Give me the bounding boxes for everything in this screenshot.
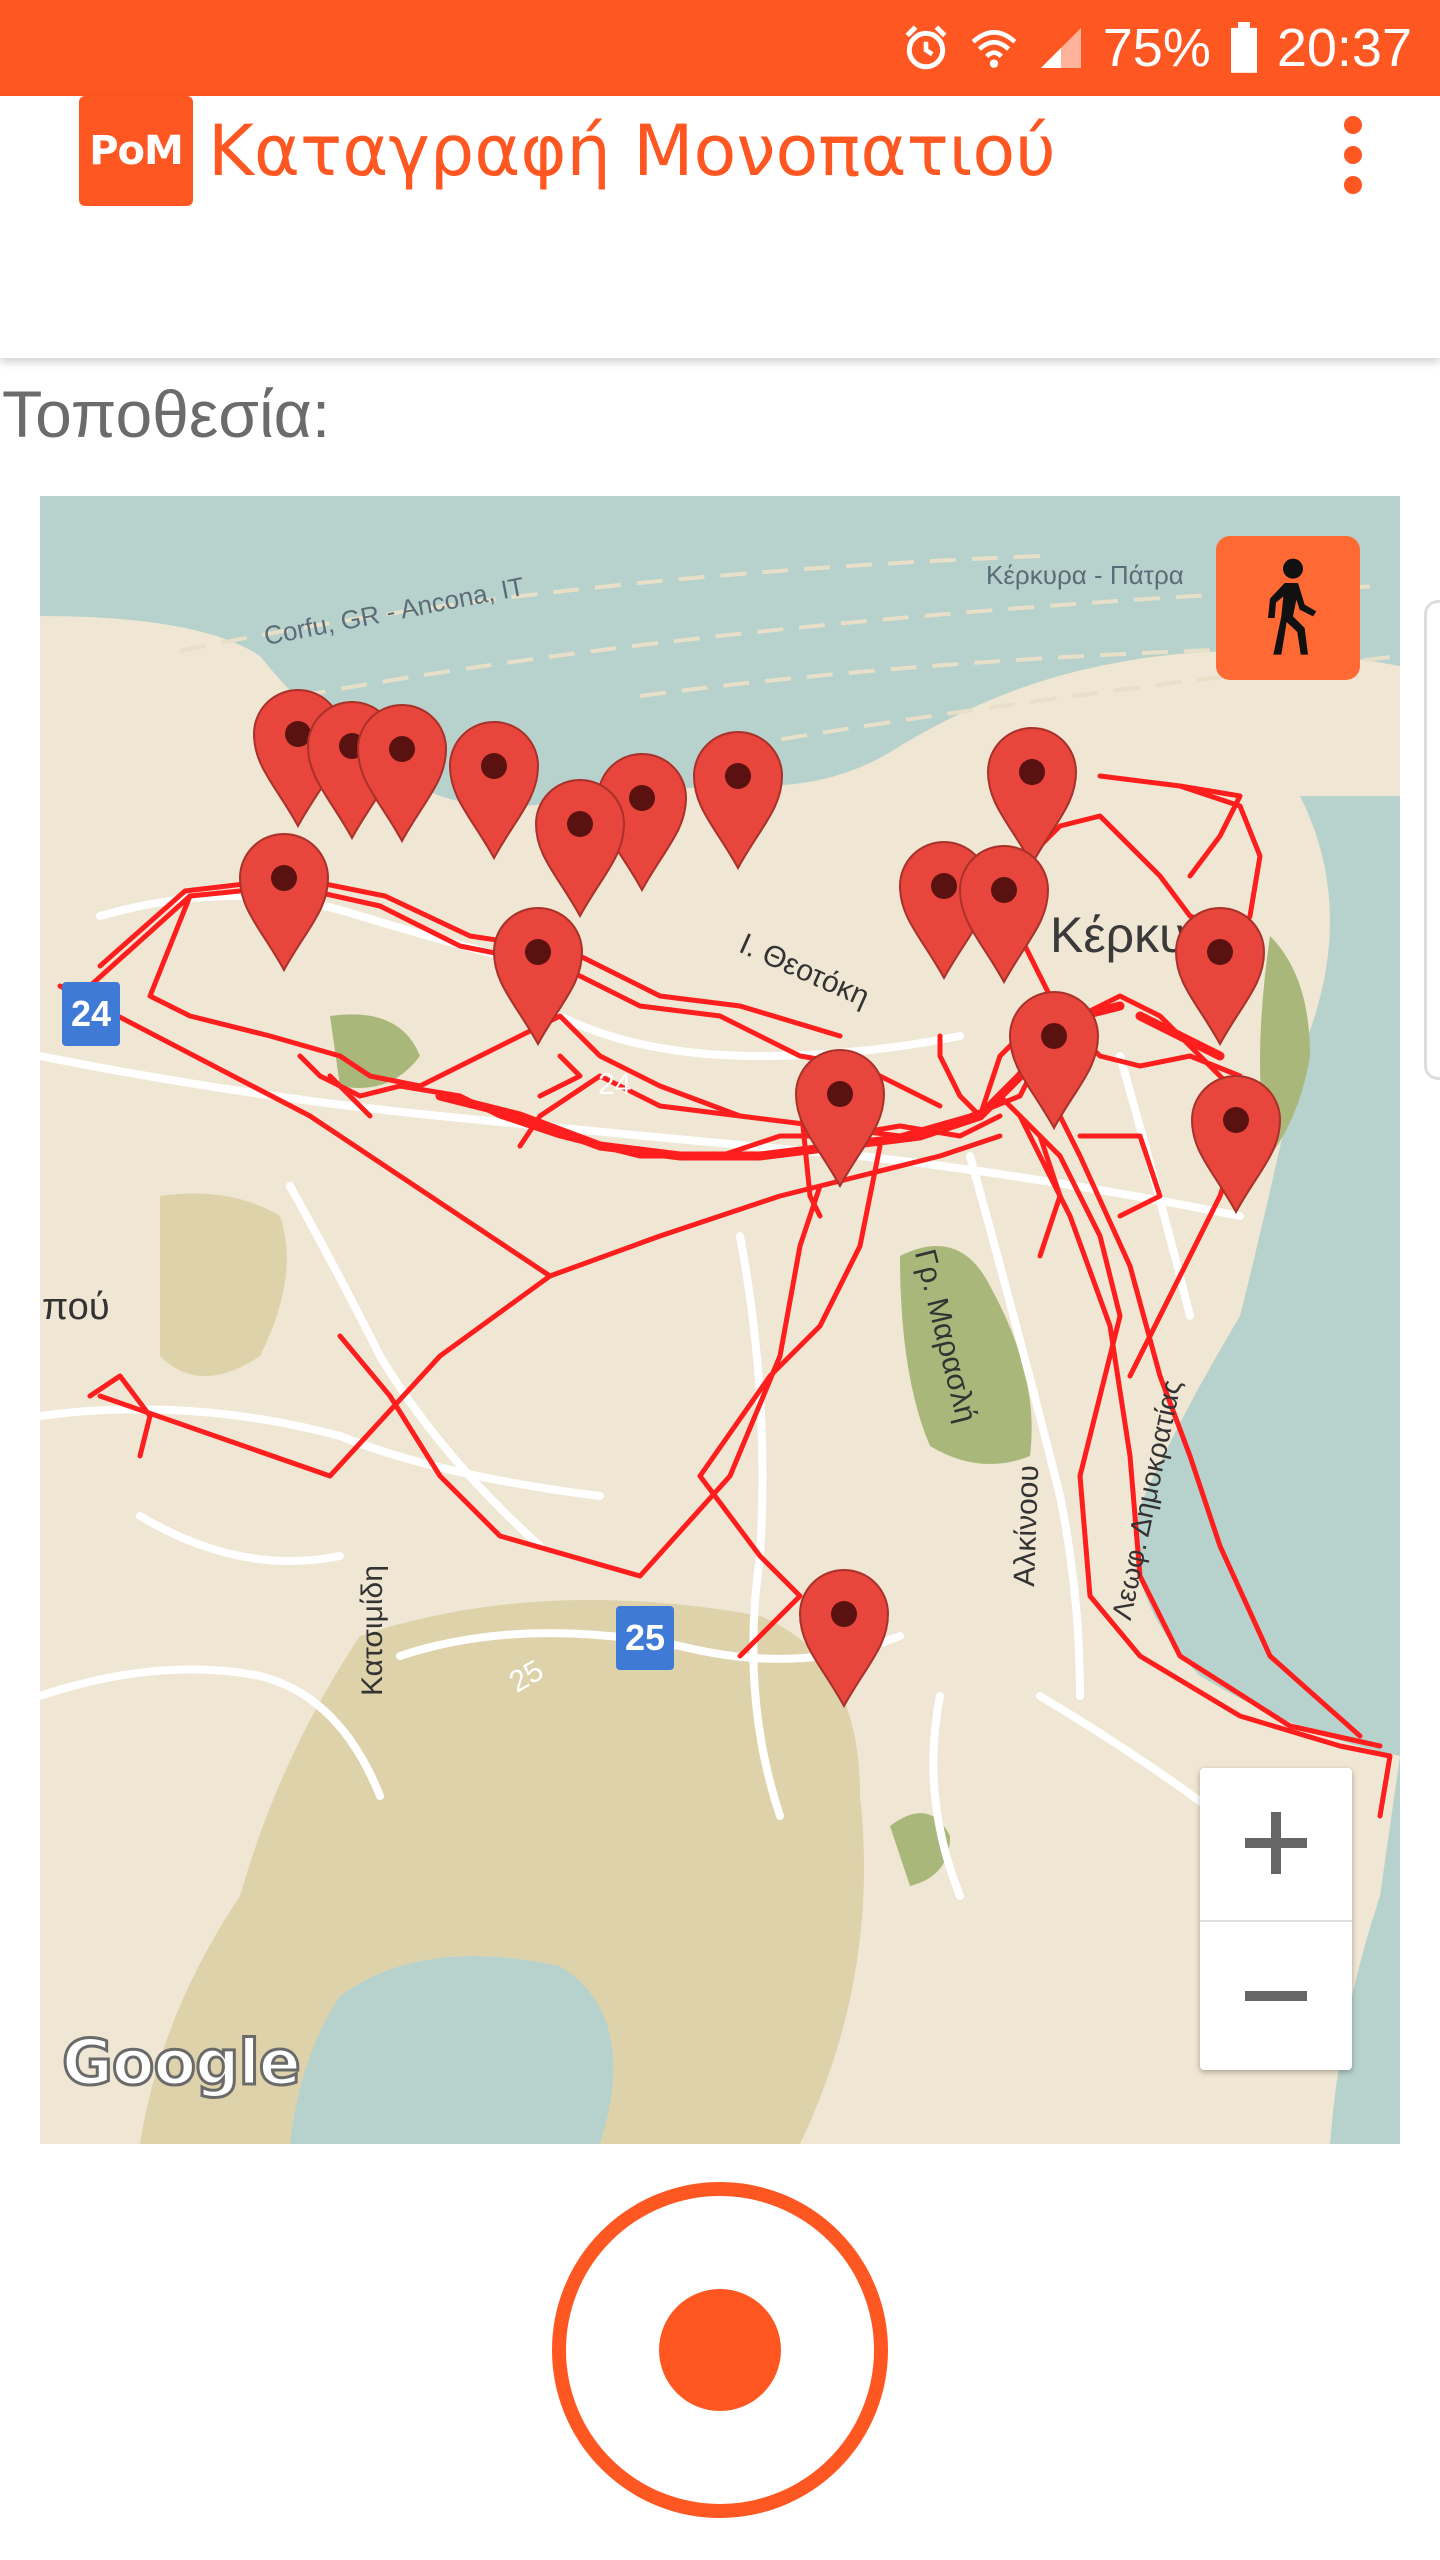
marker-17[interactable] (799, 1569, 889, 1707)
battery-icon (1229, 22, 1259, 74)
marker-16[interactable] (1191, 1075, 1281, 1213)
record-button[interactable] (552, 2182, 888, 2518)
location-label: Τοποθεσία: (2, 377, 331, 451)
marker-14[interactable] (1009, 991, 1099, 1129)
minus-icon (1245, 1991, 1307, 2001)
marker-3[interactable] (357, 704, 447, 842)
map-view[interactable]: Corfu, GR - Ancona, IT Κέρκυρα - Πάτρα Κ… (40, 496, 1400, 2144)
wifi-icon (969, 23, 1019, 73)
alarm-icon (901, 23, 951, 73)
marker-10[interactable] (987, 727, 1077, 865)
zoom-in-button[interactable] (1200, 1768, 1352, 1918)
marker-4[interactable] (449, 721, 539, 859)
marker-6[interactable] (693, 731, 783, 869)
app-title: Καταγραφή Μονοπατιού (208, 110, 1056, 192)
google-logo: Google (61, 2025, 303, 2101)
marker-9[interactable] (493, 907, 583, 1045)
signal-icon (1037, 24, 1085, 72)
map-markers (239, 689, 1281, 1707)
zoom-controls (1200, 1768, 1352, 2070)
marker-13[interactable] (1175, 907, 1265, 1045)
walking-mode-button[interactable] (1216, 536, 1360, 680)
clock: 20:37 (1276, 18, 1412, 78)
zoom-out-button[interactable] (1200, 1920, 1352, 2070)
status-bar: 75% 20:37 (0, 0, 1440, 96)
edge-panel-handle[interactable] (1424, 600, 1440, 1080)
plus-icon (1245, 1812, 1307, 1874)
marker-12[interactable] (959, 845, 1049, 983)
walking-person-icon (1268, 558, 1317, 655)
record-icon (659, 2289, 781, 2411)
more-vert-icon[interactable] (1320, 110, 1386, 200)
marker-8[interactable] (239, 833, 329, 971)
battery-percent: 75% (1102, 18, 1211, 78)
app-logo: PoM (79, 96, 193, 206)
marker-15[interactable] (795, 1049, 885, 1187)
marker-7[interactable] (535, 779, 625, 917)
